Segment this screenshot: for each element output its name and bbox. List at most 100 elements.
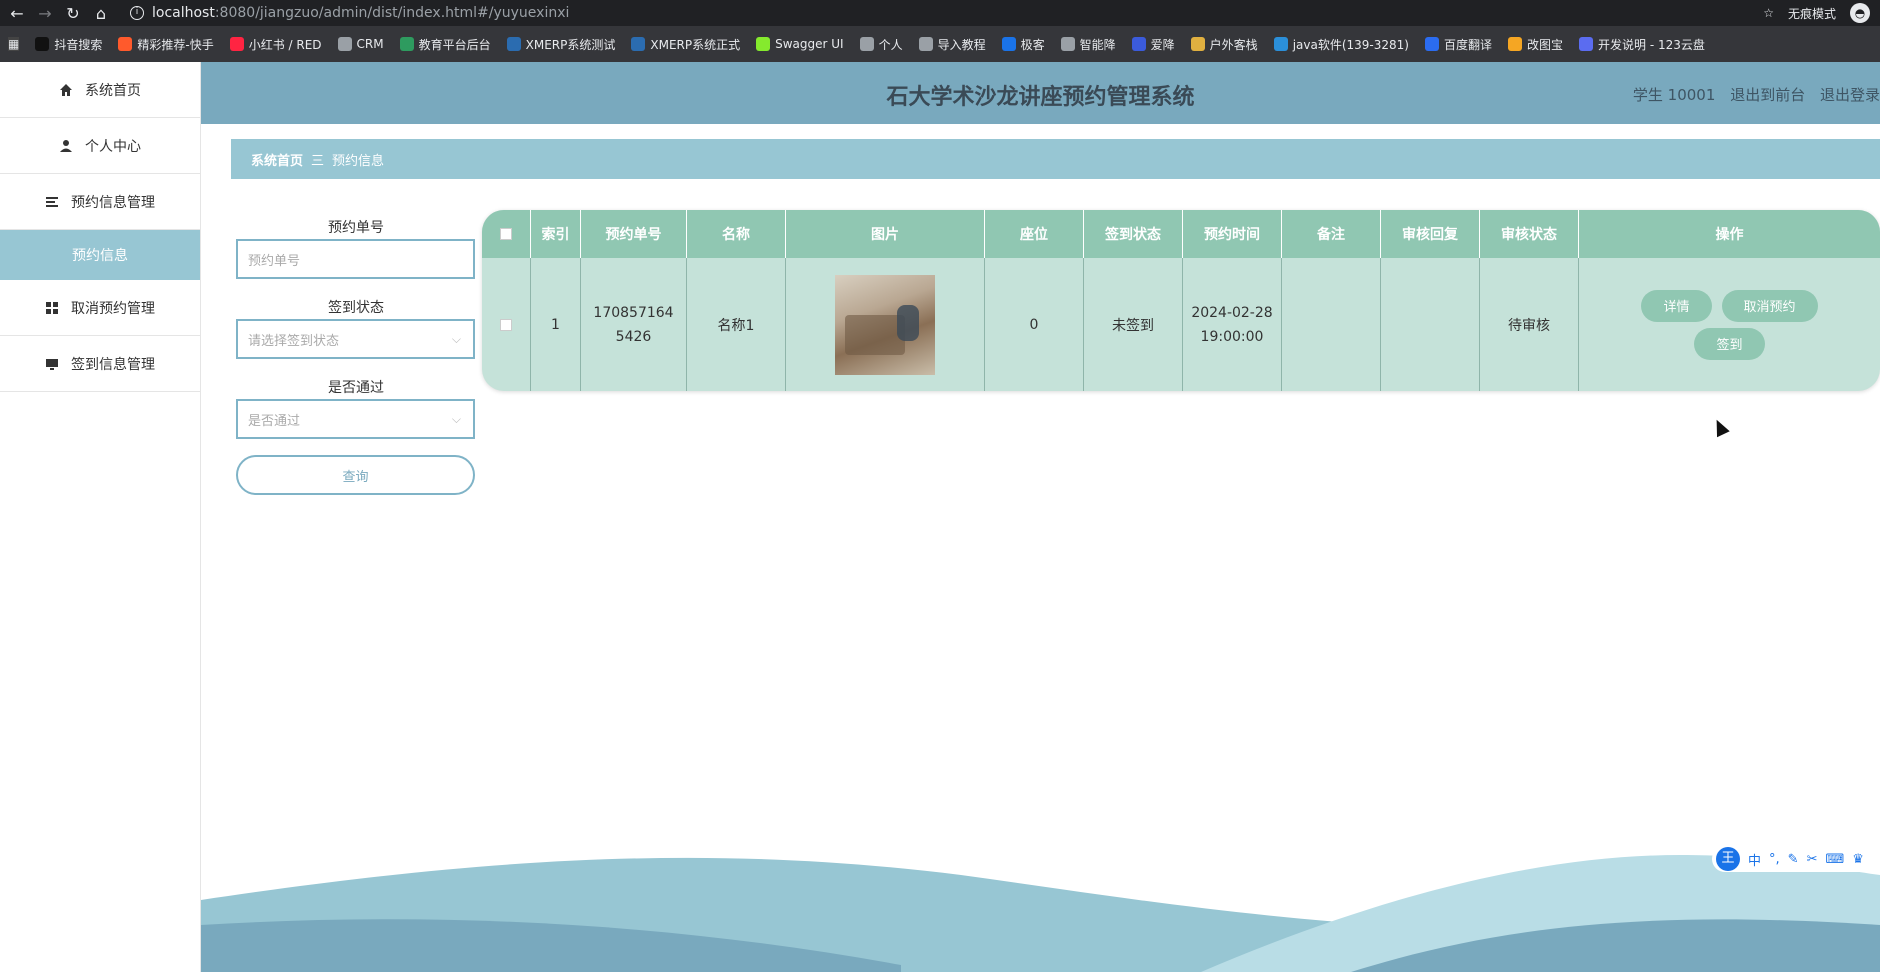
address-bar[interactable]: i localhost:8080/jiangzuo/admin/dist/ind…	[130, 5, 1763, 21]
bookmark-label: 教育平台后台	[418, 37, 491, 52]
url-path: :8080/jiangzuo/admin/dist/index.html#/yu…	[214, 5, 570, 21]
cell-status: 待审核	[1480, 258, 1579, 391]
bookmark-item[interactable]: 户外客栈	[1190, 36, 1258, 53]
punctuation-icon[interactable]: °,	[1769, 852, 1780, 867]
bookmark-item[interactable]: 抖音搜索	[35, 36, 102, 53]
pass-placeholder: 是否通过	[248, 413, 301, 429]
bookmark-item[interactable]: 导入教程	[918, 36, 986, 53]
checkin-status-placeholder: 请选择签到状态	[248, 333, 340, 349]
bookmark-label: 百度翻译	[1443, 37, 1492, 52]
header-status: 审核状态	[1480, 210, 1579, 258]
checkin-button[interactable]: 签到	[1694, 327, 1765, 360]
sidebar-item-label: 取消预约管理	[71, 300, 155, 317]
bookmark-label: 抖音搜索	[54, 37, 103, 52]
back-icon[interactable]: ←	[6, 4, 28, 23]
bookmark-item[interactable]: 爱降	[1131, 36, 1175, 53]
cell-image	[786, 258, 985, 391]
select-all-checkbox[interactable]	[500, 228, 512, 240]
pen-icon[interactable]: ✎	[1788, 852, 1799, 867]
checkin-status-select[interactable]: 请选择签到状态 ⌵	[236, 319, 475, 359]
bookmark-item[interactable]: 改图宝	[1507, 36, 1563, 53]
bookmark-item[interactable]: java软件(139-3281)	[1273, 36, 1409, 53]
monitor-icon	[45, 357, 59, 371]
bookmark-label: 改图宝	[1526, 37, 1563, 52]
ime-logo[interactable]: 王	[1716, 847, 1740, 871]
detail-button[interactable]: 详情	[1641, 289, 1712, 322]
sidebar-item-home[interactable]: 系统首页	[0, 62, 200, 118]
bookmark-favicon-icon	[337, 37, 352, 51]
apps-icon[interactable]: ▦	[8, 37, 20, 51]
cell-name: 名称1	[687, 258, 786, 391]
bookmark-star-icon[interactable]: ☆	[1763, 6, 1774, 20]
bookmark-item[interactable]: XMERP系统测试	[506, 36, 616, 53]
row-checkbox[interactable]	[500, 318, 512, 331]
home-icon[interactable]: ⌂	[90, 4, 112, 23]
bookmark-item[interactable]: 小红书 / RED	[229, 36, 322, 53]
header-index: 索引	[531, 210, 581, 258]
user-icon	[59, 139, 73, 153]
bookmark-item[interactable]: 开发说明 - 123云盘	[1579, 36, 1705, 53]
keyboard-icon[interactable]: ⌨	[1825, 852, 1844, 867]
select-all-cell	[482, 210, 531, 258]
table-row: 1 1708571645426 名称1 0 未签到 2024-02-28 19:…	[482, 258, 1880, 391]
ime-language-indicator[interactable]: 中	[1748, 850, 1761, 869]
pass-select[interactable]: 是否通过 ⌵	[236, 399, 475, 439]
breadcrumb: 系统首页 三 预约信息	[231, 139, 1880, 179]
cancel-reservation-button[interactable]: 取消预约	[1721, 289, 1818, 322]
grid-icon	[45, 301, 59, 315]
bookmark-item[interactable]: Swagger UI	[756, 37, 844, 51]
bookmark-favicon-icon	[1273, 37, 1288, 51]
bookmark-label: 户外客栈	[1209, 37, 1258, 52]
bookmark-item[interactable]: 教育平台后台	[399, 36, 491, 53]
bookmark-favicon-icon	[918, 37, 933, 51]
query-button[interactable]: 查询	[236, 455, 475, 495]
bookmark-label: 智能降	[1079, 37, 1116, 52]
sidebar-item-label: 预约信息管理	[71, 194, 155, 211]
bookmark-item[interactable]: XMERP系统正式	[631, 36, 740, 53]
breadcrumb-current: 预约信息	[332, 153, 385, 169]
incognito-icon[interactable]: ◓	[1850, 3, 1870, 23]
sidebar: 系统首页 个人中心 预约信息管理 预约信息 取消预约管理 签到信息管理	[0, 62, 201, 972]
bookmark-item[interactable]: 精彩推荐-快手	[118, 36, 214, 53]
to-front-link[interactable]: 退出到前台	[1730, 86, 1805, 104]
order-no-placeholder: 预约单号	[248, 253, 301, 269]
reservation-table: 索引 预约单号 名称 图片 座位 签到状态 预约时间 备注 审核回复 审核状态 …	[482, 210, 1880, 391]
skin-icon[interactable]: ♛	[1852, 852, 1864, 867]
forward-icon[interactable]: →	[34, 4, 56, 23]
sidebar-item-reservation-manage[interactable]: 预约信息管理	[0, 174, 200, 230]
header-image: 图片	[786, 210, 985, 258]
sidebar-item-checkin-manage[interactable]: 签到信息管理	[0, 336, 200, 392]
bookmark-favicon-icon	[399, 37, 414, 51]
logout-link[interactable]: 退出登录	[1820, 86, 1880, 104]
table-header: 索引 预约单号 名称 图片 座位 签到状态 预约时间 备注 审核回复 审核状态 …	[482, 210, 1880, 258]
sidebar-item-label: 签到信息管理	[71, 356, 155, 373]
scissors-icon[interactable]: ✂	[1807, 852, 1818, 867]
header-seat: 座位	[985, 210, 1084, 258]
bookmark-label: 个人	[878, 37, 903, 52]
bookmark-item[interactable]: 个人	[859, 36, 903, 53]
bookmark-label: XMERP系统测试	[525, 37, 616, 52]
cell-seat: 0	[985, 258, 1084, 391]
reload-icon[interactable]: ↻	[62, 4, 84, 23]
user-name: 学生 10001	[1632, 86, 1716, 104]
sidebar-item-cancel-manage[interactable]: 取消预约管理	[0, 280, 200, 336]
cell-reply	[1381, 258, 1480, 391]
sidebar-item-reservation-info[interactable]: 预约信息	[0, 230, 200, 280]
bookmark-item[interactable]: 极客	[1001, 36, 1045, 53]
bookmark-item[interactable]: 百度翻译	[1424, 36, 1492, 53]
order-no-input[interactable]: 预约单号	[236, 239, 475, 279]
bookmark-favicon-icon	[1424, 37, 1439, 51]
site-info-icon[interactable]: i	[130, 6, 144, 20]
sidebar-item-profile[interactable]: 个人中心	[0, 118, 200, 174]
cell-actions: 详情 取消预约 签到	[1579, 258, 1880, 391]
bookmark-label: 导入教程	[937, 37, 986, 52]
bookmark-item[interactable]: CRM	[337, 37, 384, 51]
breadcrumb-home[interactable]: 系统首页	[251, 150, 303, 169]
top-header: 石大学术沙龙讲座预约管理系统 学生 10001 退出到前台 退出登录	[201, 62, 1880, 124]
row-select-cell	[482, 258, 531, 391]
reservation-photo[interactable]	[835, 274, 935, 375]
url-host: localhost	[152, 5, 215, 21]
bookmarks-bar: ▦ 抖音搜索 精彩推荐-快手 小红书 / RED CRM 教育平台后台 XMERP系统测试…	[0, 26, 1880, 62]
header-checkin: 签到状态	[1084, 210, 1183, 258]
bookmark-item[interactable]: 智能降	[1060, 36, 1116, 53]
